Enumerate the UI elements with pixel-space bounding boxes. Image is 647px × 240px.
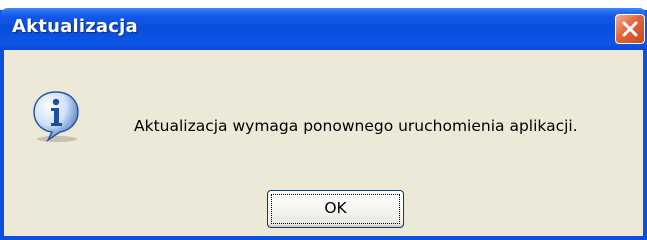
ok-button[interactable]: OK bbox=[267, 190, 404, 228]
dialog-message: Aktualizacja wymaga ponownego uruchomien… bbox=[134, 117, 578, 135]
info-icon bbox=[30, 90, 82, 143]
close-icon bbox=[622, 21, 638, 37]
title-bar[interactable]: Aktualizacja bbox=[0, 8, 647, 50]
window-title: Aktualizacja bbox=[12, 16, 138, 37]
ok-button-label: OK bbox=[324, 199, 347, 217]
close-button[interactable] bbox=[615, 14, 645, 44]
dialog-window: Aktualizacja Aktualizacja wymaga ponowne… bbox=[0, 8, 647, 240]
